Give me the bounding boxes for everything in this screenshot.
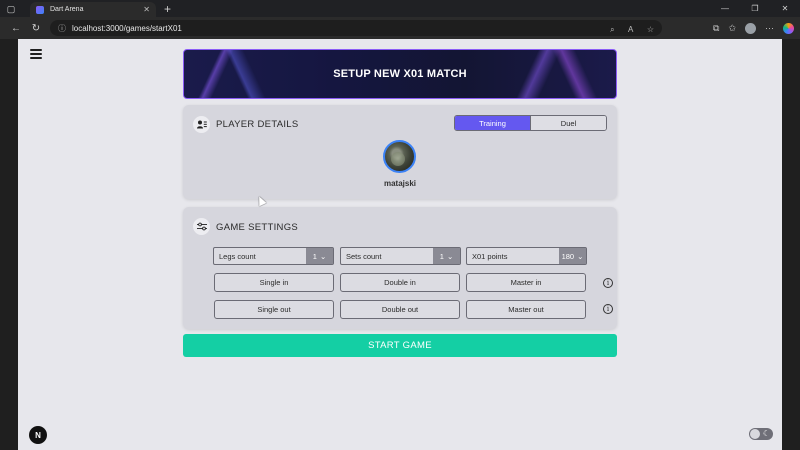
game-settings-title: GAME SETTINGS — [216, 222, 299, 233]
more-icon[interactable]: ··· — [765, 23, 774, 33]
restore-button[interactable]: ❐ — [740, 4, 770, 13]
close-window-button[interactable]: ✕ — [770, 4, 800, 13]
moon-icon: ☾ — [762, 429, 770, 438]
double-out-button[interactable]: Double out — [340, 300, 460, 319]
page-viewport: SETUP NEW X01 MATCH PLAYER DETAILS Train… — [18, 39, 782, 450]
single-out-button[interactable]: Single out — [214, 300, 334, 319]
reload-icon[interactable]: ↻ — [26, 23, 46, 34]
tab-title: Dart Arena — [50, 6, 84, 13]
sets-count-value-box[interactable]: 1 ⌄ — [433, 248, 460, 264]
url-text[interactable]: localhost:3000/games/startX01 — [72, 24, 601, 33]
x01-points-value: 180 — [561, 251, 575, 261]
legs-count-value: 1 — [312, 251, 317, 261]
sliders-icon — [193, 218, 210, 235]
theme-toggle[interactable]: ☾ — [749, 428, 773, 440]
favorites-icon[interactable]: ✩ — [728, 23, 736, 34]
chevron-down-icon: ⌄ — [319, 251, 327, 261]
page-banner: SETUP NEW X01 MATCH — [183, 49, 617, 99]
x01-points-label: X01 points — [472, 251, 508, 261]
browser-toolbar: ← ↻ ⓘ localhost:3000/games/startX01 ⌕ A … — [0, 17, 800, 39]
site-info-icon[interactable]: ⓘ — [58, 23, 66, 34]
new-tab-button[interactable]: + — [164, 3, 171, 15]
zoom-icon[interactable]: ⌕ — [610, 25, 614, 34]
toggle-knob — [750, 429, 760, 439]
start-game-button[interactable]: START GAME — [183, 334, 617, 357]
minimize-button[interactable]: — — [710, 4, 740, 13]
address-bar[interactable]: ⓘ localhost:3000/games/startX01 ⌕ A ☆ — [50, 20, 662, 36]
profile-icon[interactable] — [745, 22, 756, 34]
legs-count-label: Legs count — [219, 251, 256, 261]
x01-points-select[interactable]: X01 points 180 ⌄ — [466, 247, 587, 265]
master-out-button[interactable]: Master out — [466, 300, 586, 319]
menu-icon[interactable] — [30, 49, 42, 59]
info-icon[interactable]: i — [603, 278, 613, 288]
window-menu-icon[interactable]: ▢ — [6, 4, 16, 14]
browser-right-tools: ⧉ ✩ ··· — [704, 22, 794, 34]
player-details-title: PLAYER DETAILS — [216, 119, 299, 130]
mode-toggle: Training Duel — [454, 115, 607, 131]
info-icon[interactable]: i — [603, 304, 613, 314]
legs-count-value-box[interactable]: 1 ⌄ — [306, 248, 333, 264]
read-aloud-icon[interactable]: A — [628, 25, 633, 34]
game-settings-card: GAME SETTINGS Legs count 1 ⌄ Sets count … — [183, 207, 617, 329]
copilot-icon[interactable] — [783, 22, 794, 34]
tab-favicon-icon — [36, 5, 44, 14]
sets-count-label: Sets count — [346, 251, 382, 261]
back-icon[interactable]: ← — [6, 23, 26, 34]
extensions-icon[interactable]: ⧉ — [713, 23, 719, 34]
user-list-icon — [193, 116, 210, 133]
page-title: SETUP NEW X01 MATCH — [333, 68, 467, 80]
sets-count-select[interactable]: Sets count 1 ⌄ — [340, 247, 461, 265]
tab-close-icon[interactable]: ✕ — [143, 5, 150, 14]
master-in-button[interactable]: Master in — [466, 273, 586, 292]
mode-training-button[interactable]: Training — [455, 116, 530, 130]
chevron-down-icon: ⌄ — [577, 251, 584, 261]
chevron-down-icon: ⌄ — [446, 251, 454, 261]
avatar[interactable] — [383, 140, 416, 173]
browser-tab[interactable]: Dart Arena ✕ — [30, 2, 156, 17]
favorite-icon[interactable]: ☆ — [647, 25, 654, 34]
x01-points-value-box[interactable]: 180 ⌄ — [559, 248, 586, 264]
single-in-button[interactable]: Single in — [214, 273, 334, 292]
browser-titlebar: ▢ Dart Arena ✕ + — ❐ ✕ — [0, 0, 800, 17]
player-name: matajski — [383, 179, 417, 188]
legs-count-select[interactable]: Legs count 1 ⌄ — [213, 247, 334, 265]
next-badge[interactable]: N — [29, 426, 47, 444]
mode-duel-button[interactable]: Duel — [530, 116, 606, 130]
sets-count-value: 1 — [439, 251, 444, 261]
double-in-button[interactable]: Double in — [340, 273, 460, 292]
player-details-card: PLAYER DETAILS Training Duel matajski — [183, 105, 617, 199]
window-controls: — ❐ ✕ — [710, 4, 800, 13]
